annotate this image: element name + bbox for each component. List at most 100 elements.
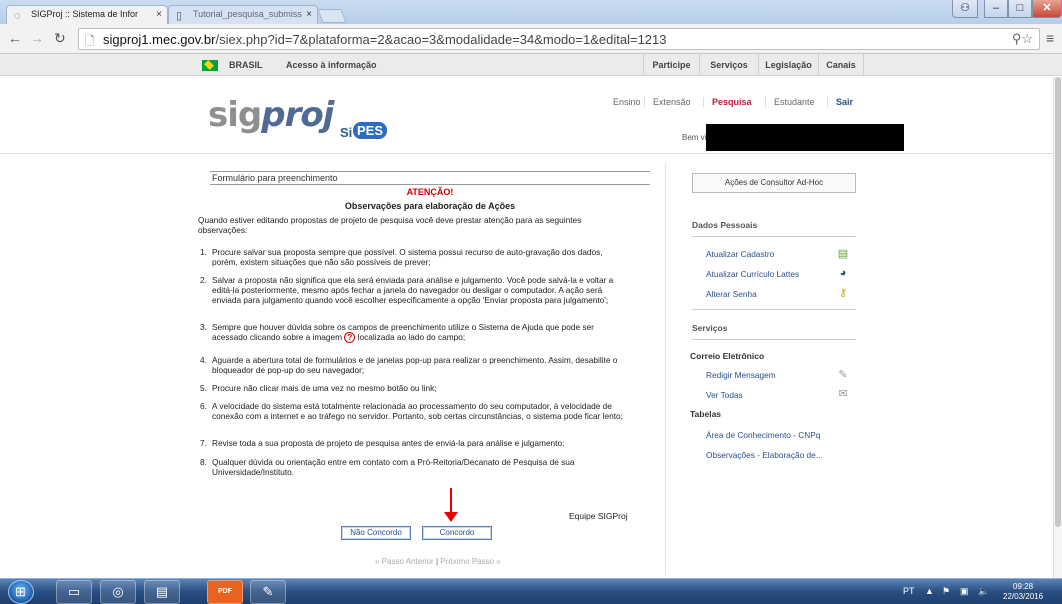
- list-item: 1. Procure salvar sua proposta sempre que…: [200, 247, 603, 267]
- vertical-scrollbar[interactable]: [1053, 77, 1062, 578]
- sigproj-logo[interactable]: sigproj Si PES: [208, 95, 388, 140]
- minimize-button[interactable]: –: [984, 0, 1008, 18]
- logo-si: Si: [340, 125, 353, 140]
- user-profile-icon[interactable]: ⚇: [952, 0, 978, 18]
- pencil-icon[interactable]: ✎: [836, 369, 850, 381]
- attention-heading: ATENÇÃO!: [406, 187, 454, 197]
- divider: [692, 309, 856, 310]
- browser-titlebar: ◌ SIGProj :: Sistema de Infor × ▯ Tutori…: [0, 0, 1062, 25]
- address-bar[interactable]: 🗋 sigproj1.mec.gov.br/siex.php?id=7&plat…: [78, 28, 1040, 50]
- update-profile-link[interactable]: Atualizar Cadastro: [706, 249, 774, 259]
- clock-date: 22/03/2016: [1003, 592, 1044, 601]
- list-item: 6. A velocidade do sistema está totalment…: [200, 401, 623, 421]
- pager-separator: |: [435, 557, 439, 566]
- back-arrow-icon[interactable]: ←: [8, 30, 22, 46]
- logo-pes: PES: [353, 122, 388, 139]
- adhoc-consultant-button[interactable]: Ações de Consultor Ad-Hoc: [692, 173, 856, 193]
- govnav-participe[interactable]: Participe: [643, 54, 699, 76]
- nav-ensino[interactable]: Ensino: [613, 97, 641, 107]
- url-text: sigproj1.mec.gov.br/siex.php?id=7&plataf…: [103, 32, 667, 47]
- previous-step-link[interactable]: « Passo Anterior: [375, 557, 434, 566]
- pdf-reader-icon[interactable]: PDF: [207, 580, 243, 604]
- list-item: 4. Aguarde a abertura total de formulário…: [200, 355, 618, 375]
- main-content: Formulário para preenchimento ATENÇÃO! O…: [0, 155, 1062, 578]
- brasil-link[interactable]: BRASIL: [229, 60, 263, 70]
- menu-icon[interactable]: ≡: [1046, 30, 1054, 46]
- next-step-link[interactable]: Próximo Passo »: [440, 557, 500, 566]
- acesso-informacao-link[interactable]: Acesso à informação: [286, 60, 377, 70]
- gov-bar: BRASIL Acesso à informação Participe Ser…: [0, 54, 1062, 76]
- tables-heading: Tabelas: [690, 409, 722, 419]
- change-password-link[interactable]: Alterar Senha: [706, 289, 757, 299]
- page-loading-icon: ◌: [14, 10, 21, 22]
- lattes-icon[interactable]: ◕: [836, 267, 850, 279]
- start-button[interactable]: [8, 580, 34, 604]
- update-lattes-link[interactable]: Atualizar Currículo Lattes: [706, 269, 799, 279]
- paint-icon[interactable]: ✎: [250, 580, 286, 604]
- show-hidden-icons-icon[interactable]: ▲: [925, 586, 934, 596]
- tab-tutorial[interactable]: ▯ Tutorial_pesquisa_submiss ×: [168, 5, 318, 25]
- logo-sig: sigproj: [208, 95, 334, 135]
- agree-button[interactable]: Concordo: [422, 526, 492, 540]
- cnpq-area-link[interactable]: Área de Conhecimento - CNPq: [706, 430, 820, 440]
- intro-text: Quando estiver editando propostas de pro…: [198, 215, 582, 235]
- maximize-button[interactable]: □: [1008, 0, 1032, 18]
- signature: Equipe SIGProj: [569, 511, 628, 521]
- email-heading: Correio Eletrônico: [690, 351, 765, 361]
- reload-icon[interactable]: ↻: [54, 30, 66, 47]
- observations-link[interactable]: Observações - Elaboração de...: [706, 450, 823, 460]
- redacted-username: [706, 124, 904, 151]
- browser-toolbar: ← → ↻ 🗋 sigproj1.mec.gov.br/siex.php?id=…: [0, 24, 1062, 54]
- scrollbar-thumb[interactable]: [1055, 77, 1061, 527]
- key-icon[interactable]: ⚷: [836, 287, 850, 299]
- step-pager: « Passo Anterior | Próximo Passo »: [375, 557, 501, 566]
- list-item: 8. Qualquer dúvida ou orientação entre em…: [200, 457, 575, 477]
- govnav-legislacao[interactable]: Legislação: [758, 54, 818, 76]
- list-item: 5. Procure não clicar mais de uma vez no …: [200, 383, 437, 393]
- nav-extensao[interactable]: Extensão: [644, 97, 691, 107]
- compose-message-link[interactable]: Redigir Mensagem: [706, 370, 776, 380]
- nav-pesquisa[interactable]: Pesquisa: [703, 97, 752, 107]
- chrome-icon[interactable]: ◎: [100, 580, 136, 604]
- help-icon[interactable]: ?: [344, 332, 356, 343]
- tab-sigproj[interactable]: ◌ SIGProj :: Sistema de Infor ×: [6, 5, 168, 25]
- view-all-link[interactable]: Ver Todas: [706, 390, 743, 400]
- profile-card-icon[interactable]: ▤: [836, 248, 850, 260]
- section-title: Formulário para preenchimento: [210, 171, 650, 185]
- volume-icon[interactable]: 🔈: [978, 586, 989, 597]
- nav-estudante[interactable]: Estudante: [765, 97, 815, 107]
- list-item: 3. Sempre que houver dúvida sobre os camp…: [200, 322, 594, 343]
- language-indicator[interactable]: PT: [903, 586, 915, 596]
- list-item: 2. Salvar a proposta não significa que el…: [200, 275, 614, 305]
- forward-arrow-icon[interactable]: →: [30, 30, 44, 46]
- tab-close-icon[interactable]: ×: [306, 9, 312, 20]
- document-icon: ▯: [176, 10, 183, 22]
- system-clock[interactable]: 09:28 22/03/2016: [1003, 582, 1043, 602]
- brazil-flag-icon: [202, 60, 218, 71]
- zoom-bookmark-icons[interactable]: ⚲☆: [1012, 31, 1033, 47]
- tab-title: Tutorial_pesquisa_submiss: [193, 9, 302, 19]
- list-item: 7. Revise toda a sua proposta de projeto …: [200, 438, 565, 448]
- windows-taskbar: ▭ ◎ ▤ PDF ✎ PT ▲ ⚑ ▣ 🔈 09:28 22/03/2016: [0, 578, 1062, 604]
- envelope-icon[interactable]: ✉: [836, 388, 850, 400]
- services-heading: Serviços: [692, 323, 856, 340]
- observations-title: Observações para elaboração de Ações: [344, 201, 516, 211]
- tab-title: SIGProj :: Sistema de Infor: [31, 9, 139, 19]
- govnav-canais[interactable]: Canais: [818, 54, 864, 76]
- explorer-folder-icon[interactable]: ▭: [56, 580, 92, 604]
- action-center-flag-icon[interactable]: ⚑: [942, 586, 950, 597]
- close-window-button[interactable]: ✕: [1032, 0, 1062, 18]
- network-icon[interactable]: ▣: [960, 586, 969, 597]
- personal-data-heading: Dados Pessoais: [692, 220, 856, 237]
- sidebar: Ações de Consultor Ad-Hoc Dados Pessoais…: [665, 163, 856, 575]
- nav-sair[interactable]: Sair: [827, 97, 853, 107]
- document-viewer-icon[interactable]: ▤: [144, 580, 180, 604]
- red-arrow-head: [444, 512, 458, 522]
- page-icon: 🗋: [85, 34, 95, 48]
- clock-time: 09:28: [1013, 582, 1034, 591]
- disagree-button[interactable]: Não Concordo: [341, 526, 411, 540]
- new-tab-button[interactable]: [317, 9, 347, 23]
- tab-close-icon[interactable]: ×: [156, 9, 162, 20]
- govnav-servicos[interactable]: Serviços: [699, 54, 758, 76]
- site-header: sigproj Si PES Ensino Extensão Pesquisa …: [0, 77, 1062, 154]
